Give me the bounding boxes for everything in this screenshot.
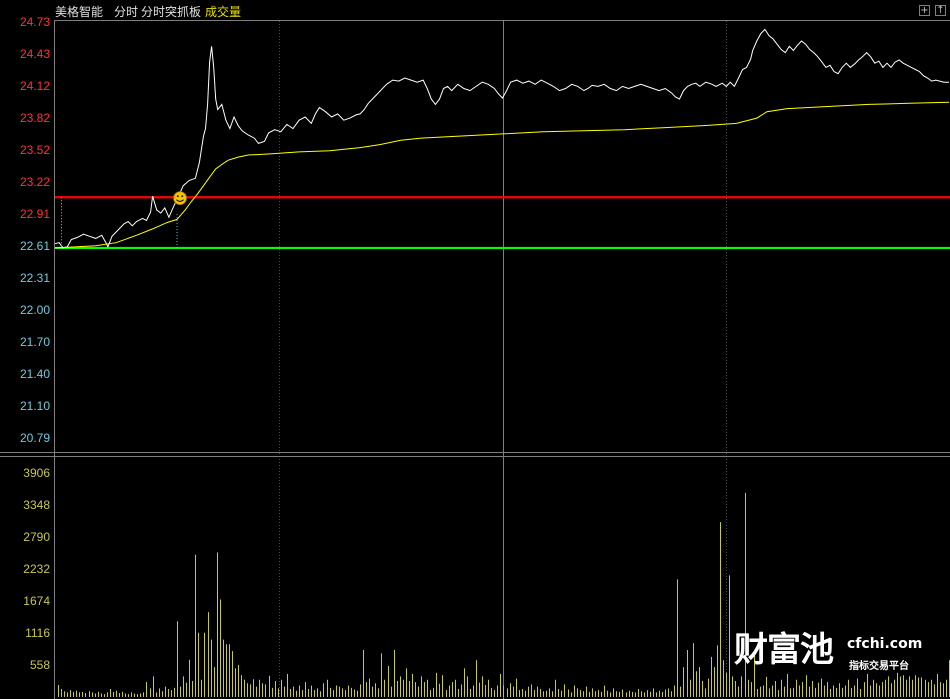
intraday-chart[interactable]: 24.73 24.43 24.12 23.82 23.52 23.22 22.91 22.61…: [0, 0, 950, 699]
chart-background: [0, 0, 950, 699]
watermark-domain: cfchi.com: [847, 636, 923, 652]
price-tick-label: 22.61: [20, 239, 50, 253]
smiley-icon: [173, 191, 187, 206]
volume-tick-label: 558: [30, 658, 50, 672]
volume-tick-label: 2232: [23, 562, 50, 576]
watermark-cn: 财富池: [734, 630, 834, 670]
price-tick-label: 24.12: [20, 79, 50, 93]
price-tick-label: 21.10: [20, 399, 50, 413]
price-tick-label: 22.00: [20, 303, 50, 317]
volume-tick-label: 3348: [23, 498, 50, 512]
price-tick-label: 23.22: [20, 175, 50, 189]
price-tick-label: 21.40: [20, 367, 50, 381]
watermark-subtitle: 指标交易平台: [849, 661, 909, 672]
price-tick-label: 24.43: [20, 47, 50, 61]
volume-tick-label: 1116: [25, 626, 50, 640]
price-tick-label: 22.31: [20, 271, 50, 285]
price-tick-label: 23.52: [20, 143, 50, 157]
arrow-up-icon[interactable]: ↑: [935, 5, 946, 16]
price-tick-label: 24.73: [20, 15, 50, 29]
indicator-label[interactable]: 分时突抓板: [141, 3, 201, 20]
volume-tick-label: 2790: [23, 530, 50, 544]
price-tick-label: 20.79: [20, 431, 50, 445]
volume-label[interactable]: 成交量: [205, 3, 241, 20]
price-tick-label: 21.70: [20, 335, 50, 349]
volume-tick-label: 3906: [23, 466, 50, 480]
price-tick-label: 22.91: [20, 207, 50, 221]
stock-name[interactable]: 美格智能: [55, 3, 103, 20]
expand-plus-icon[interactable]: +: [919, 5, 930, 16]
price-tick-label: 23.82: [20, 111, 50, 125]
volume-tick-label: 1674: [23, 594, 50, 608]
mode-label[interactable]: 分时: [114, 3, 138, 20]
